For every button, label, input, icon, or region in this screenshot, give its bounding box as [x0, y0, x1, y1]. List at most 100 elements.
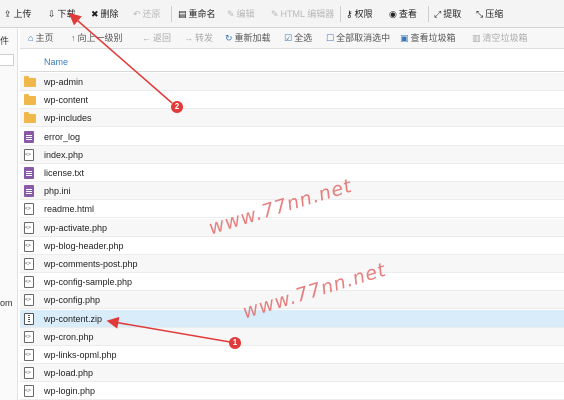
- file-name[interactable]: wp-config.php: [44, 291, 100, 309]
- delete-label: 删除: [100, 9, 119, 19]
- text-file-icon: [24, 130, 34, 143]
- unselect-all-label: 全部取消选中: [336, 33, 391, 43]
- table-row[interactable]: wp-login.php: [20, 382, 564, 400]
- code-file-icon: [24, 258, 34, 270]
- trash-empty-icon: ▥: [472, 33, 481, 43]
- table-row[interactable]: wp-content: [20, 91, 564, 110]
- extract-button[interactable]: ⤢ 提取: [434, 0, 461, 28]
- compress-label: 压缩: [485, 9, 504, 19]
- table-row[interactable]: wp-includes: [20, 109, 564, 128]
- table-row[interactable]: wp-load.php: [20, 364, 564, 383]
- code-file-icon: [24, 330, 34, 343]
- download-button[interactable]: ⇩ 下载: [48, 0, 76, 28]
- forward-label: 转发: [195, 33, 214, 43]
- eye-icon: ◉: [389, 9, 397, 19]
- restore-button[interactable]: ↶ 还原: [133, 0, 161, 28]
- select-all-icon: ☑: [284, 33, 293, 43]
- empty-trash-button[interactable]: ▥ 清空垃圾箱: [472, 28, 528, 49]
- file-name[interactable]: wp-content.zip: [44, 310, 102, 328]
- back-button[interactable]: ← 返回: [142, 28, 171, 49]
- folder-icon: [24, 76, 36, 87]
- extract-label: 提取: [443, 9, 462, 19]
- unselect-all-button[interactable]: ☐ 全部取消选中: [326, 28, 390, 49]
- table-row[interactable]: wp-blog-header.php: [20, 237, 564, 255]
- table-row[interactable]: wp-activate.php: [20, 218, 564, 237]
- sidebar-input[interactable]: [0, 54, 14, 66]
- download-label: 下载: [57, 9, 76, 19]
- rename-button[interactable]: ▤ 重命名: [178, 0, 216, 28]
- file-name[interactable]: php.ini: [44, 182, 71, 200]
- forward-button[interactable]: → 转发: [184, 28, 213, 49]
- folder-icon: [24, 112, 36, 124]
- table-header: Name: [20, 52, 564, 72]
- rename-icon: ▤: [178, 9, 187, 19]
- view-trash-label: 查看垃圾箱: [410, 33, 456, 43]
- upload-button[interactable]: ⇪ 上传: [4, 0, 32, 28]
- file-name[interactable]: wp-load.php: [44, 364, 93, 382]
- permissions-button[interactable]: ⚷ 权限: [346, 0, 373, 28]
- code-file-icon: [24, 385, 34, 398]
- html-editor-icon: ✎: [271, 9, 279, 19]
- table-row[interactable]: index.php: [20, 145, 564, 164]
- html-editor-label: HTML 编辑器: [280, 9, 335, 19]
- table-row[interactable]: wp-links-opml.php: [20, 346, 564, 364]
- file-name[interactable]: wp-activate.php: [44, 219, 107, 237]
- file-name[interactable]: wp-links-opml.php: [44, 346, 117, 364]
- code-file-icon: [24, 294, 34, 307]
- edit-icon: ✎: [227, 9, 235, 19]
- file-name[interactable]: error_log: [44, 128, 80, 146]
- empty-trash-label: 清空垃圾箱: [482, 33, 528, 43]
- text-file-icon: [24, 185, 34, 198]
- table-row[interactable]: wp-comments-post.php: [20, 255, 564, 273]
- table-row[interactable]: error_log: [20, 128, 564, 146]
- back-label: 返回: [153, 33, 172, 43]
- level-up-button[interactable]: ↑ 向上一级别: [71, 28, 123, 49]
- reload-button[interactable]: ↻ 重新加载: [225, 28, 271, 49]
- delete-button[interactable]: ✖ 删除: [91, 0, 119, 28]
- file-name[interactable]: wp-config-sample.php: [44, 273, 132, 291]
- file-name[interactable]: wp-login.php: [44, 382, 95, 400]
- code-file-icon: [24, 239, 34, 252]
- file-name[interactable]: wp-comments-post.php: [44, 255, 138, 273]
- column-header-name[interactable]: Name: [44, 52, 68, 72]
- extract-icon: ⤢: [434, 9, 442, 19]
- download-icon: ⇩: [48, 9, 56, 19]
- table-row[interactable]: license.txt: [20, 164, 564, 182]
- file-name[interactable]: wp-cron.php: [44, 328, 94, 346]
- trash-view-icon: ▣: [400, 33, 409, 43]
- sidebar-fragment: om: [0, 298, 13, 308]
- file-name[interactable]: license.txt: [44, 164, 84, 182]
- toolbar-divider: [171, 6, 172, 22]
- file-name[interactable]: wp-includes: [44, 109, 92, 127]
- code-file-icon: [24, 148, 34, 161]
- html-editor-button[interactable]: ✎ HTML 编辑器: [271, 0, 334, 28]
- restore-label: 还原: [142, 9, 161, 19]
- level-up-icon: ↑: [71, 33, 76, 43]
- code-file-icon: [24, 349, 34, 361]
- edit-button[interactable]: ✎ 编辑: [227, 0, 255, 28]
- directory-tree-sidebar: 件 om: [0, 28, 18, 400]
- permissions-label: 权限: [354, 9, 373, 19]
- reload-icon: ↻: [225, 33, 233, 43]
- view-button[interactable]: ◉ 查看: [389, 0, 417, 28]
- file-name[interactable]: wp-blog-header.php: [44, 237, 124, 255]
- reload-label: 重新加载: [234, 33, 271, 43]
- home-button[interactable]: ⌂ 主页: [28, 28, 53, 49]
- table-row[interactable]: wp-cron.php: [20, 327, 564, 346]
- navigation-bar: ⌂ 主页 ↑ 向上一级别 ← 返回 → 转发 ↻ 重新加载 ☑ 全选 ☐ 全部取消选中 ▣ 查看…: [20, 28, 564, 49]
- upload-label: 上传: [13, 9, 32, 19]
- table-row[interactable]: wp-content.zip: [20, 309, 564, 328]
- select-all-button[interactable]: ☑ 全选: [284, 28, 312, 49]
- table-row[interactable]: wp-admin: [20, 73, 564, 91]
- view-trash-button[interactable]: ▣ 查看垃圾箱: [400, 28, 456, 49]
- file-name[interactable]: wp-content: [44, 91, 88, 109]
- select-all-label: 全选: [294, 33, 313, 43]
- unselect-all-icon: ☐: [326, 33, 335, 43]
- compress-button[interactable]: ⤡ 压缩: [476, 0, 503, 28]
- file-name[interactable]: readme.html: [44, 200, 94, 218]
- file-name[interactable]: index.php: [44, 146, 83, 164]
- file-manager-toolbar: ⇪ 上传 ⇩ 下载 ✖ 删除 ↶ 还原 ▤ 重命名 ✎ 编辑 ✎ HTML 编辑器 ⚷ 权限 ◉…: [0, 0, 564, 28]
- file-name[interactable]: wp-admin: [44, 73, 83, 91]
- restore-icon: ↶: [133, 9, 141, 19]
- back-icon: ←: [142, 33, 151, 43]
